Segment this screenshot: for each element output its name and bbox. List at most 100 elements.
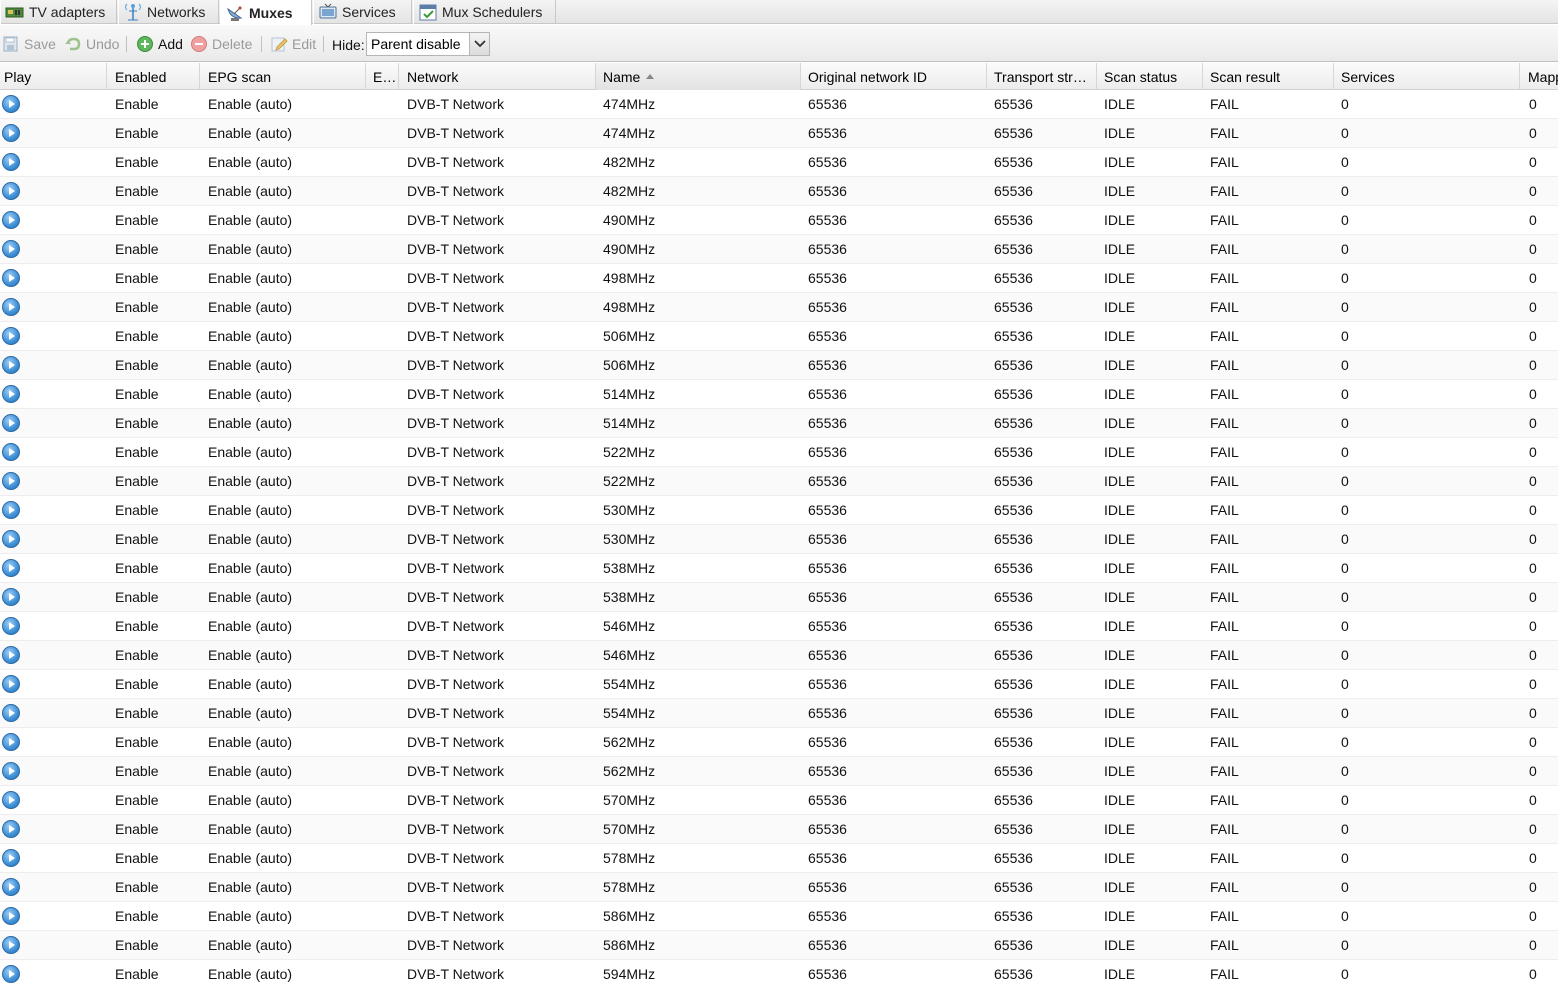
play-icon[interactable] (2, 675, 20, 693)
tab-muxes[interactable]: Muxes (220, 0, 312, 25)
table-row[interactable]: Enable Enable (auto) DVB-T Network 554MHz 65… (0, 699, 1558, 728)
play-icon[interactable] (2, 124, 20, 142)
table-row[interactable]: Enable Enable (auto) DVB-T Network 498MHz 65… (0, 264, 1558, 293)
enabled-cell: Enable (115, 125, 159, 141)
play-icon[interactable] (2, 95, 20, 113)
table-row[interactable]: Enable Enable (auto) DVB-T Network 538MHz 65… (0, 583, 1558, 612)
table-row[interactable]: Enable Enable (auto) DVB-T Network 578MHz 65… (0, 873, 1558, 902)
enabled-cell: Enable (115, 879, 159, 895)
play-icon[interactable] (2, 907, 20, 925)
column-header-original-network-id[interactable]: Original network ID (801, 63, 987, 90)
table-row[interactable]: Enable Enable (auto) DVB-T Network 546MHz 65… (0, 612, 1558, 641)
play-icon[interactable] (2, 530, 20, 548)
column-header-e[interactable]: E… (366, 63, 399, 90)
column-header-mapped[interactable]: Mapp (1520, 63, 1558, 90)
tab-services[interactable]: Services (313, 0, 412, 24)
table-row[interactable]: Enable Enable (auto) DVB-T Network 522MHz 65… (0, 438, 1558, 467)
table-row[interactable]: Enable Enable (auto) DVB-T Network 594MHz 65… (0, 960, 1558, 984)
play-icon[interactable] (2, 414, 20, 432)
table-row[interactable]: Enable Enable (auto) DVB-T Network 530MHz 65… (0, 525, 1558, 554)
play-icon[interactable] (2, 559, 20, 577)
play-icon[interactable] (2, 356, 20, 374)
table-row[interactable]: Enable Enable (auto) DVB-T Network 490MHz 65… (0, 235, 1558, 264)
table-row[interactable]: Enable Enable (auto) DVB-T Network 474MHz 65… (0, 90, 1558, 119)
table-row[interactable]: Enable Enable (auto) DVB-T Network 474MHz 65… (0, 119, 1558, 148)
play-icon[interactable] (2, 849, 20, 867)
table-row[interactable]: Enable Enable (auto) DVB-T Network 482MHz 65… (0, 177, 1558, 206)
column-header-name[interactable]: Name (596, 63, 801, 90)
chevron-down-icon[interactable] (469, 33, 489, 55)
enabled-cell: Enable (115, 908, 159, 924)
table-row[interactable]: Enable Enable (auto) DVB-T Network 570MHz 65… (0, 786, 1558, 815)
play-icon[interactable] (2, 646, 20, 664)
column-header-label: Network (407, 68, 459, 85)
table-row[interactable]: Enable Enable (auto) DVB-T Network 538MHz 65… (0, 554, 1558, 583)
play-icon[interactable] (2, 443, 20, 461)
name-cell: 562MHz (603, 734, 656, 750)
column-header-play[interactable]: Play (0, 63, 107, 90)
table-row[interactable]: Enable Enable (auto) DVB-T Network 570MHz 65… (0, 815, 1558, 844)
play-icon[interactable] (2, 791, 20, 809)
play-icon[interactable] (2, 762, 20, 780)
table-row[interactable]: Enable Enable (auto) DVB-T Network 506MHz 65… (0, 351, 1558, 380)
original-network-id-cell: 65536 (808, 125, 847, 141)
play-icon[interactable] (2, 733, 20, 751)
table-row[interactable]: Enable Enable (auto) DVB-T Network 514MHz 65… (0, 409, 1558, 438)
play-icon[interactable] (2, 385, 20, 403)
tab-mux-schedulers[interactable]: Mux Schedulers (413, 0, 556, 24)
play-icon[interactable] (2, 704, 20, 722)
table-row[interactable]: Enable Enable (auto) DVB-T Network 554MHz 65… (0, 670, 1558, 699)
play-icon[interactable] (2, 472, 20, 490)
save-button[interactable]: Save (2, 34, 56, 54)
column-header-enabled[interactable]: Enabled (107, 63, 200, 90)
table-row[interactable]: Enable Enable (auto) DVB-T Network 490MHz 65… (0, 206, 1558, 235)
original-network-id-cell: 65536 (808, 908, 847, 924)
play-icon[interactable] (2, 240, 20, 258)
table-row[interactable]: Enable Enable (auto) DVB-T Network 514MHz 65… (0, 380, 1558, 409)
tab-networks[interactable]: Networks (118, 0, 219, 24)
original-network-id-cell: 65536 (808, 879, 847, 895)
edit-button[interactable]: Edit (270, 34, 316, 54)
play-icon[interactable] (2, 588, 20, 606)
mapped-cell: 0 (1529, 937, 1537, 953)
table-row[interactable]: Enable Enable (auto) DVB-T Network 586MHz 65… (0, 902, 1558, 931)
table-row[interactable]: Enable Enable (auto) DVB-T Network 498MHz 65… (0, 293, 1558, 322)
play-icon[interactable] (2, 501, 20, 519)
original-network-id-cell: 65536 (808, 415, 847, 431)
services-cell: 0 (1341, 705, 1349, 721)
table-row[interactable]: Enable Enable (auto) DVB-T Network 530MHz 65… (0, 496, 1558, 525)
enabled-cell: Enable (115, 299, 159, 315)
play-icon[interactable] (2, 269, 20, 287)
column-header-epg-scan[interactable]: EPG scan (200, 63, 366, 90)
table-row[interactable]: Enable Enable (auto) DVB-T Network 562MHz 65… (0, 728, 1558, 757)
play-icon[interactable] (2, 211, 20, 229)
table-row[interactable]: Enable Enable (auto) DVB-T Network 562MHz 65… (0, 757, 1558, 786)
table-row[interactable]: Enable Enable (auto) DVB-T Network 578MHz 65… (0, 844, 1558, 873)
column-header-scan-status[interactable]: Scan status (1097, 63, 1203, 90)
e-cell (366, 293, 399, 321)
tab-tv-adapters[interactable]: TV adapters (0, 0, 117, 24)
play-icon[interactable] (2, 965, 20, 983)
table-row[interactable]: Enable Enable (auto) DVB-T Network 586MHz 65… (0, 931, 1558, 960)
add-button[interactable]: Add (136, 34, 183, 54)
play-icon[interactable] (2, 617, 20, 635)
play-icon[interactable] (2, 327, 20, 345)
table-row[interactable]: Enable Enable (auto) DVB-T Network 522MHz 65… (0, 467, 1558, 496)
play-icon[interactable] (2, 936, 20, 954)
column-header-transport-stream[interactable]: Transport str… (987, 63, 1097, 90)
delete-button[interactable]: Delete (190, 34, 252, 54)
table-row[interactable]: Enable Enable (auto) DVB-T Network 506MHz 65… (0, 322, 1558, 351)
play-icon[interactable] (2, 153, 20, 171)
network-cell: DVB-T Network (407, 328, 504, 344)
hide-filter-select[interactable]: Parent disable (366, 32, 490, 56)
table-row[interactable]: Enable Enable (auto) DVB-T Network 546MHz 65… (0, 641, 1558, 670)
column-header-scan-result[interactable]: Scan result (1203, 63, 1334, 90)
play-icon[interactable] (2, 182, 20, 200)
play-icon[interactable] (2, 298, 20, 316)
table-row[interactable]: Enable Enable (auto) DVB-T Network 482MHz 65… (0, 148, 1558, 177)
play-icon[interactable] (2, 820, 20, 838)
column-header-network[interactable]: Network (399, 63, 596, 90)
play-icon[interactable] (2, 878, 20, 896)
column-header-services[interactable]: Services (1334, 63, 1520, 90)
undo-button[interactable]: Undo (64, 34, 119, 54)
